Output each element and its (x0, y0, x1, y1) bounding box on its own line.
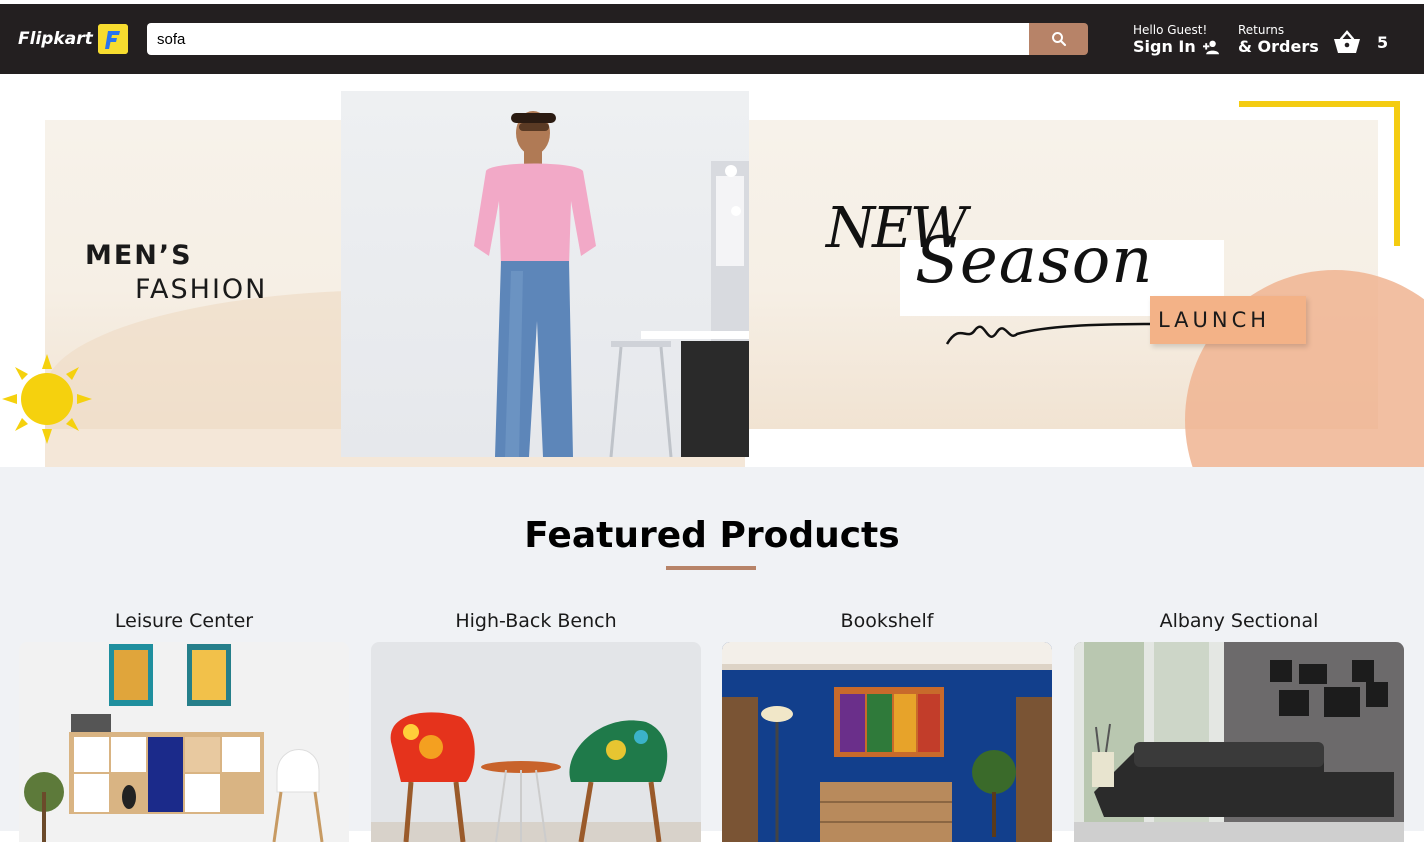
signin-label: Sign In (1133, 37, 1196, 56)
season-text: Season (915, 224, 1154, 298)
sun-icon (2, 354, 92, 444)
cart-button[interactable]: 5 (1332, 30, 1388, 54)
banner-frame-top (1239, 101, 1400, 107)
product-card[interactable]: Bookshelf (722, 610, 1052, 842)
navbar: Flipkart Hello Guest! Sign In (0, 4, 1424, 74)
fashion-heading: FASHION (135, 274, 268, 305)
product-name: Leisure Center (114, 610, 254, 632)
launch-text: LAUNCH (1158, 308, 1271, 332)
banner-frame-right (1394, 101, 1400, 246)
orders-label: & Orders (1238, 37, 1319, 56)
title-underline (666, 566, 756, 570)
product-image (722, 642, 1052, 842)
search-input[interactable] (147, 23, 1029, 55)
product-name: Albany Sectional (1159, 610, 1319, 632)
product-name: Bookshelf (840, 610, 934, 632)
brand-name: Flipkart (18, 29, 93, 49)
search-button[interactable] (1029, 23, 1088, 55)
featured-section: Featured Products Leisure Center High-Ba… (0, 467, 1424, 842)
mens-heading: MEN’S (85, 240, 193, 271)
search-icon (1051, 32, 1066, 47)
search-bar (147, 23, 1088, 55)
returns-orders-link[interactable]: Returns & Orders (1238, 23, 1319, 57)
basket-icon (1334, 30, 1360, 53)
greeting-text: Hello Guest! (1133, 23, 1208, 37)
product-name: High-Back Bench (455, 610, 617, 632)
cart-count: 5 (1377, 32, 1389, 52)
product-image (19, 642, 349, 842)
person-add-icon (1202, 40, 1219, 55)
product-image (371, 642, 701, 842)
model-photo (341, 91, 749, 457)
product-image (1074, 642, 1404, 842)
product-card[interactable]: Albany Sectional (1074, 610, 1404, 842)
brand-logo[interactable]: Flipkart (18, 24, 128, 54)
flipkart-f-icon (97, 24, 128, 54)
hero-banner[interactable]: MEN’S FASHION NEW Season LAUNCH (0, 74, 1424, 467)
featured-title: Featured Products (524, 515, 900, 556)
product-card[interactable]: Leisure Center (19, 610, 349, 842)
signin-link[interactable]: Hello Guest! Sign In (1133, 23, 1221, 57)
product-card[interactable]: High-Back Bench (371, 610, 701, 842)
returns-label: Returns (1238, 23, 1285, 37)
squiggle-decoration (945, 322, 1154, 345)
